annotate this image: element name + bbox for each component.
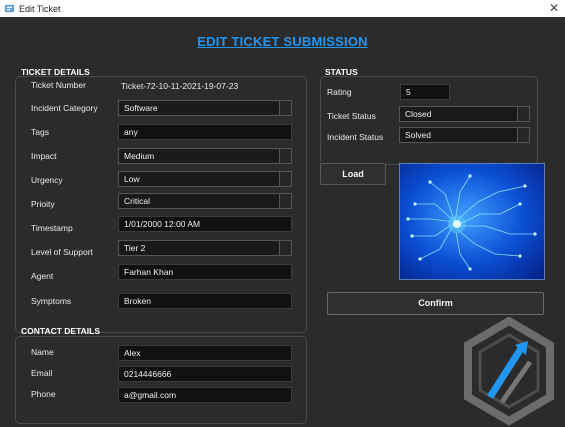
ticket-number-value: Ticket-72-10-11-2021-19-07-23 [121,81,239,91]
tags-input[interactable]: any [118,124,292,140]
status-title: STATUS [325,67,358,77]
app-icon [4,4,15,13]
rating-label: Rating [327,87,352,97]
priority-value: Critical [124,196,150,206]
level-of-support-select[interactable]: Tier 2 [118,240,292,256]
brand-logo [464,317,554,426]
impact-label: Impact [31,151,57,161]
load-button[interactable]: Load [320,163,386,185]
ticket-status-label: Ticket Status [327,111,376,121]
incident-category-select[interactable]: Software [118,100,292,116]
contact-details-title: CONTACT DETAILS [21,326,101,336]
level-of-support-dropdown-button[interactable] [279,241,291,255]
timestamp-input[interactable]: 1/01/2000 12:00 AM [118,216,292,232]
email-input[interactable]: 0214446666 [118,366,292,382]
title-bar: Edit Ticket ✕ [0,0,565,17]
impact-dropdown-button[interactable] [279,149,291,163]
phone-label: Phone [31,389,56,399]
symptoms-input[interactable]: Broken [118,293,292,309]
close-icon[interactable]: ✕ [549,1,559,15]
incident-category-dropdown-button[interactable] [279,101,291,115]
priority-dropdown-button[interactable] [279,194,291,208]
name-input[interactable]: Alex [118,345,292,361]
ticket-status-select[interactable]: Closed [399,106,530,122]
agent-input[interactable]: Farhan Khan [118,264,292,280]
incident-category-value: Software [124,103,158,113]
incident-status-select[interactable]: Solved [399,127,530,143]
urgency-dropdown-button[interactable] [279,172,291,186]
ticket-status-value: Closed [405,109,432,119]
ticket-details-title: TICKET DETAILS [21,67,90,77]
ticket-status-dropdown-button[interactable] [517,107,529,121]
timestamp-label: Timestamp [31,223,73,233]
urgency-select[interactable]: Low [118,171,292,187]
priority-select[interactable]: Critical [118,193,292,209]
symptoms-label: Symptoms [31,296,72,306]
incident-status-value: Solved [405,130,431,140]
incident-category-label: Incident Category [31,103,98,113]
rating-input[interactable]: 5 [400,84,450,100]
incident-status-label: Incident Status [327,132,384,142]
page-heading[interactable]: EDIT TICKET SUBMISSION [0,34,565,49]
agent-label: Agent [31,271,54,281]
urgency-label: Urgency [31,175,63,185]
tags-label: Tags [31,127,49,137]
urgency-value: Low [124,174,140,184]
circuit-image [399,163,545,280]
level-of-support-label: Level of Support [31,247,93,257]
incident-status-dropdown-button[interactable] [517,128,529,142]
phone-input[interactable]: a@gmail.com [118,387,292,403]
name-label: Name [31,347,54,357]
email-label: Email [31,368,53,378]
window-title: Edit Ticket [19,3,61,14]
ticket-number-label: Ticket Number [31,80,86,90]
impact-value: Medium [124,151,155,161]
priority-label: Prioity [31,199,55,209]
window-client: EDIT TICKET SUBMISSION TICKET DETAILS Ti… [0,17,565,427]
confirm-button[interactable]: Confirm [327,292,544,315]
level-of-support-value: Tier 2 [124,243,146,253]
impact-select[interactable]: Medium [118,148,292,164]
